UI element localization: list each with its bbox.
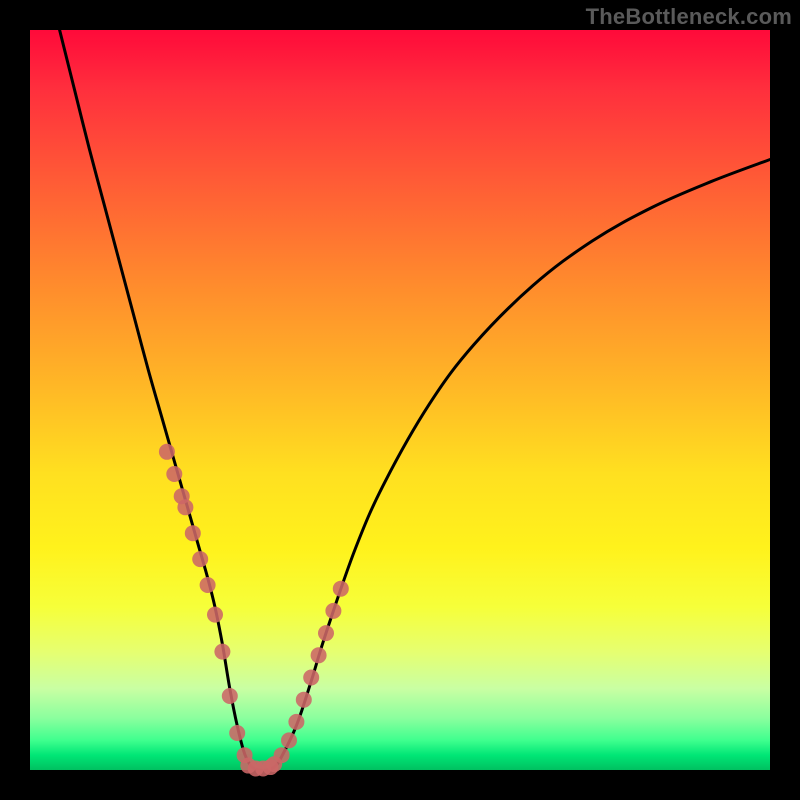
data-point (192, 551, 208, 567)
data-point (288, 714, 304, 730)
data-point (214, 644, 230, 660)
data-point (207, 607, 223, 623)
chart-frame: TheBottleneck.com (0, 0, 800, 800)
data-point (325, 603, 341, 619)
chart-svg (30, 30, 770, 770)
data-point (159, 444, 175, 460)
curve-layer (60, 30, 770, 770)
data-point (318, 625, 334, 641)
data-point (177, 499, 193, 515)
watermark-label: TheBottleneck.com (586, 4, 792, 30)
data-point (185, 525, 201, 541)
data-point (303, 670, 319, 686)
data-point (166, 466, 182, 482)
plot-area (30, 30, 770, 770)
data-point (311, 647, 327, 663)
bottleneck-curve (60, 30, 770, 770)
data-point (296, 692, 312, 708)
data-point (281, 732, 297, 748)
data-point (222, 688, 238, 704)
data-point (333, 581, 349, 597)
data-point (229, 725, 245, 741)
marker-layer (159, 444, 349, 777)
data-point (200, 577, 216, 593)
data-point (266, 756, 282, 772)
